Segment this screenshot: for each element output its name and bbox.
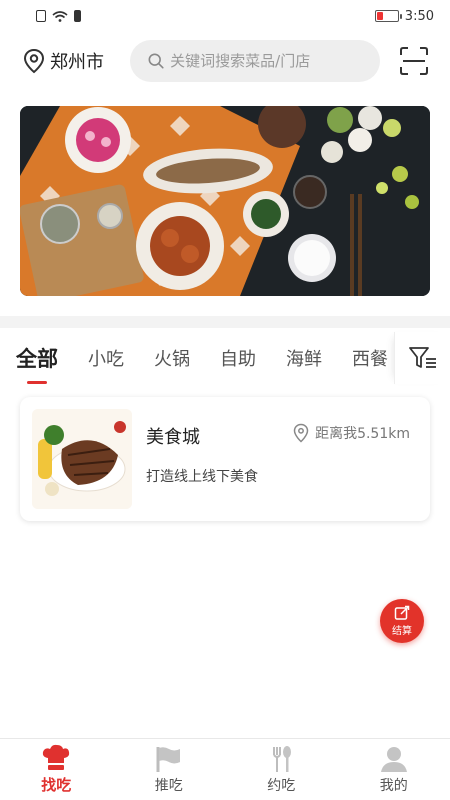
nav-label-dine: 约吃	[267, 777, 296, 794]
tab-category-1[interactable]: 小吃	[88, 332, 124, 384]
tab-category-4[interactable]: 海鲜	[286, 332, 322, 384]
store-thumbnail	[32, 409, 132, 509]
promo-banner[interactable]	[20, 106, 430, 296]
store-info: 美食城 打造线上线下美食 距离我5.51km	[132, 409, 418, 509]
wifi-icon	[52, 10, 68, 22]
tab-category-5[interactable]: 西餐	[352, 332, 388, 384]
checkout-button[interactable]: 结算	[380, 599, 424, 643]
scan-icon	[400, 47, 428, 75]
nav-label-recommend: 推吃	[154, 777, 183, 794]
location-pin-icon	[293, 423, 309, 443]
food-banner-image	[20, 106, 430, 296]
steak-image	[32, 409, 132, 509]
sim-icon	[36, 10, 46, 22]
checkout-label: 结算	[392, 626, 412, 637]
category-tabs: 全部 小吃 火锅 自助 海鲜 西餐	[0, 330, 450, 386]
tab-category-0[interactable]: 全部	[16, 332, 58, 384]
city-selector[interactable]: 郑州市	[22, 48, 130, 74]
battery-icon	[374, 10, 402, 22]
category-tab-list: 全部 小吃 火锅 自助 海鲜 西餐	[0, 332, 394, 384]
nav-item-recommend[interactable]: 推吃	[113, 739, 226, 800]
city-label: 郑州市	[50, 52, 104, 73]
filter-button[interactable]	[394, 332, 450, 384]
user-icon	[380, 746, 407, 772]
nav-item-mine[interactable]: 我的	[338, 739, 450, 800]
tab-category-2[interactable]: 火锅	[154, 332, 190, 384]
status-bar: 3:50	[0, 0, 450, 32]
chef-hat-icon	[43, 744, 70, 770]
nav-item-find[interactable]: 找吃	[0, 739, 113, 800]
search-bar[interactable]	[130, 40, 380, 82]
status-icons-left	[36, 10, 81, 22]
tab-category-3[interactable]: 自助	[220, 332, 256, 384]
header: 郑州市	[0, 38, 450, 84]
nav-label-find: 找吃	[41, 776, 72, 794]
search-input[interactable]	[170, 52, 362, 70]
battery-level	[376, 12, 383, 20]
store-description: 打造线上线下美食	[146, 469, 258, 485]
flag-icon	[156, 746, 180, 772]
scan-button[interactable]	[398, 45, 430, 77]
edit-icon	[394, 605, 410, 620]
search-icon	[148, 53, 164, 69]
store-distance-label: 距离我5.51km	[315, 426, 410, 442]
store-card[interactable]: 美食城 打造线上线下美食 距离我5.51km	[20, 397, 430, 521]
location-pin-icon	[23, 48, 45, 74]
bottom-nav: 找吃 推吃 约吃 我的	[0, 738, 450, 800]
status-time: 3:50	[404, 8, 434, 24]
nav-label-mine: 我的	[379, 777, 408, 794]
fork-spoon-icon	[273, 745, 292, 772]
status-icons-right: 3:50	[374, 8, 434, 24]
nav-item-dine[interactable]: 约吃	[225, 739, 338, 800]
filter-icon	[408, 347, 436, 368]
section-divider	[0, 316, 450, 328]
store-distance: 距离我5.51km	[293, 423, 410, 443]
notification-icon	[74, 10, 81, 22]
